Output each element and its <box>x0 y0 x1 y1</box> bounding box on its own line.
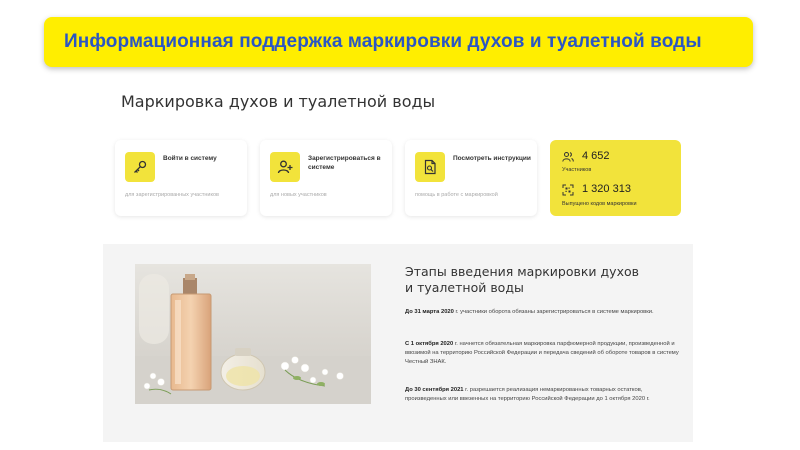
site-header: Маркировка духов и туалетной воды Войти … <box>103 84 693 244</box>
register-sub: для новых участников <box>270 192 327 198</box>
add-user-icon <box>270 152 300 182</box>
stage-text: г. участники оборота обязаны зарегистрир… <box>453 309 654 315</box>
page-title: Маркировка духов и туалетной воды <box>121 92 436 111</box>
stage-date: До 30 сентября 2021 <box>405 387 464 393</box>
login-card[interactable]: Войти в систему для зарегистрированных у… <box>115 140 247 216</box>
register-card[interactable]: Зарегистрироваться в системе для новых у… <box>260 140 392 216</box>
users-icon <box>562 152 574 162</box>
stats-card: 4 652 Участников 1 320 313 Выпущено кодо… <box>550 140 681 216</box>
register-label: Зарегистрироваться в системе <box>308 155 381 171</box>
stage-item: С 1 октября 2020 г. начнется обязательна… <box>405 340 685 367</box>
key-icon <box>125 152 155 182</box>
instructions-sub: помощь в работе с маркировкой <box>415 192 498 198</box>
stages-title: Этапы введения маркировки духов и туалет… <box>405 264 639 295</box>
stage-date: До 31 марта 2020 <box>405 309 454 315</box>
qr-code-icon <box>562 184 574 196</box>
stage-item: До 30 сентября 2021 г. разрешается реали… <box>405 386 685 404</box>
instructions-card[interactable]: Посмотреть инструкции помощь в работе с … <box>405 140 537 216</box>
document-icon <box>415 152 445 182</box>
instructions-label: Посмотреть инструкции <box>453 155 531 162</box>
perfume-photo <box>135 264 371 404</box>
participants-caption: Участников <box>562 167 592 173</box>
banner-title: Информационная поддержка маркировки духо… <box>44 17 753 67</box>
login-sub: для зарегистрированных участников <box>125 192 219 198</box>
stage-item: До 31 марта 2020 г. участники оборота об… <box>405 308 685 317</box>
codes-caption: Выпущено кодов маркировки <box>562 201 637 207</box>
codes-count: 1 320 313 <box>582 183 631 195</box>
website-screenshot: Маркировка духов и туалетной воды Войти … <box>103 84 693 442</box>
perfume-bottles-image <box>135 274 371 404</box>
login-label: Войти в систему <box>163 155 217 162</box>
participants-count: 4 652 <box>582 150 610 162</box>
stage-date: С 1 октября 2020 <box>405 341 454 347</box>
